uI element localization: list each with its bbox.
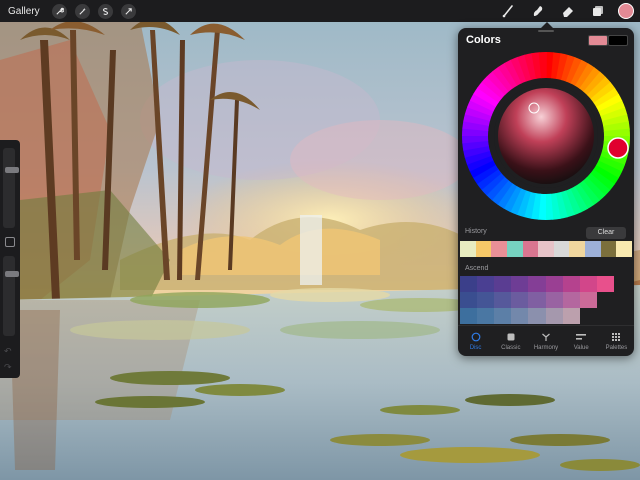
secondary-color-swatch[interactable] — [608, 35, 628, 46]
eraser-icon[interactable] — [560, 3, 576, 19]
palette-swatch[interactable] — [477, 292, 495, 308]
toolbar-tools-group — [486, 0, 640, 22]
classic-square-icon — [506, 332, 516, 343]
redo-arrow-icon[interactable]: ↷ — [4, 362, 12, 373]
tab-disc[interactable]: Disc — [458, 326, 493, 356]
palette-swatch[interactable] — [545, 276, 563, 292]
palette-swatch[interactable] — [562, 308, 580, 324]
palette-swatch[interactable] — [596, 276, 614, 292]
palette-empty-slot[interactable] — [597, 308, 614, 324]
selection-s-icon[interactable] — [97, 3, 113, 19]
palette-swatch[interactable] — [511, 292, 529, 308]
palette-swatch[interactable] — [511, 276, 529, 292]
smudge-icon[interactable] — [530, 3, 546, 19]
palette-swatch[interactable] — [528, 292, 546, 308]
square-icon[interactable] — [5, 237, 15, 247]
history-swatch[interactable] — [460, 241, 476, 257]
palette-swatch[interactable] — [562, 292, 580, 308]
color-disc[interactable] — [460, 50, 632, 222]
actions-wrench-icon[interactable] — [51, 3, 67, 19]
palette-swatch[interactable] — [579, 292, 597, 308]
palette-swatch[interactable] — [528, 308, 546, 324]
tab-label: Classic — [501, 344, 521, 351]
palette-swatch[interactable] — [528, 276, 546, 292]
palette-empty-slot[interactable] — [580, 308, 597, 324]
brush-size-slider[interactable] — [3, 148, 19, 228]
history-swatch[interactable] — [538, 241, 554, 257]
value-sliders-icon — [575, 332, 587, 343]
history-swatch[interactable] — [506, 241, 523, 257]
history-label: History — [465, 228, 487, 235]
history-swatch[interactable] — [522, 241, 539, 257]
palette-swatch[interactable] — [511, 308, 529, 324]
gallery-button[interactable]: Gallery — [8, 6, 40, 17]
palette-swatch[interactable] — [460, 308, 478, 324]
history-swatches — [460, 241, 633, 257]
history-swatch[interactable] — [616, 241, 633, 257]
tab-label: Palettes — [605, 344, 628, 351]
history-swatch[interactable] — [491, 241, 507, 257]
brush-icon[interactable] — [500, 3, 516, 19]
undo-arrow-icon[interactable]: ↶ — [4, 346, 12, 357]
palette-swatch[interactable] — [545, 308, 563, 324]
palette-swatch[interactable] — [460, 276, 478, 292]
brush-size-thumb[interactable] — [5, 166, 19, 173]
history-swatch[interactable] — [585, 241, 601, 257]
harmony-icon — [541, 332, 551, 343]
history-swatch[interactable] — [600, 241, 617, 257]
palette-swatch[interactable] — [477, 276, 495, 292]
layers-icon[interactable] — [590, 3, 606, 19]
palette-swatch[interactable] — [545, 292, 563, 308]
palette-swatch[interactable] — [494, 292, 512, 308]
tab-label: Disc — [469, 344, 482, 351]
palette-swatch[interactable] — [494, 276, 512, 292]
palette-swatch[interactable] — [494, 308, 512, 324]
history-swatch[interactable] — [569, 241, 586, 257]
tab-label: Harmony — [533, 344, 559, 351]
palette-swatch[interactable] — [579, 276, 597, 292]
disc-icon — [471, 332, 481, 343]
tab-value[interactable]: Value — [564, 326, 599, 356]
panel-grabber[interactable] — [538, 30, 554, 32]
clear-history-button[interactable]: Clear — [586, 227, 626, 239]
opacity-thumb[interactable] — [5, 270, 19, 277]
palettes-grid-icon — [611, 332, 621, 343]
opacity-slider[interactable] — [3, 256, 19, 336]
color-mode-tabs: Disc Classic Harmony Value Palettes — [458, 325, 634, 356]
top-toolbar: Gallery — [0, 0, 640, 22]
palette-swatch[interactable] — [562, 276, 580, 292]
left-sidebar: ↶ ↷ — [0, 140, 20, 378]
history-swatch[interactable] — [553, 241, 570, 257]
adjustments-wand-icon[interactable] — [74, 3, 90, 19]
transform-arrow-icon[interactable] — [120, 3, 136, 19]
tab-palettes[interactable]: Palettes — [599, 326, 634, 356]
colors-panel: Colors History Clear Ascend Disc Classic H… — [458, 22, 634, 356]
tab-label: Value — [573, 344, 589, 351]
primary-color-swatch[interactable] — [588, 35, 608, 46]
panel-title: Colors — [466, 34, 501, 46]
palette-empty-slot[interactable] — [597, 292, 614, 308]
hue-picker[interactable] — [607, 137, 629, 159]
palette-grid — [460, 276, 614, 324]
history-swatch[interactable] — [475, 241, 492, 257]
palette-swatch[interactable] — [460, 292, 478, 308]
current-color-swatch[interactable] — [618, 3, 634, 19]
palette-swatch[interactable] — [477, 308, 495, 324]
saturation-brightness-disc[interactable] — [498, 88, 594, 184]
tab-classic[interactable]: Classic — [493, 326, 528, 356]
tab-harmony[interactable]: Harmony — [528, 326, 563, 356]
palette-label: Ascend — [465, 265, 489, 272]
